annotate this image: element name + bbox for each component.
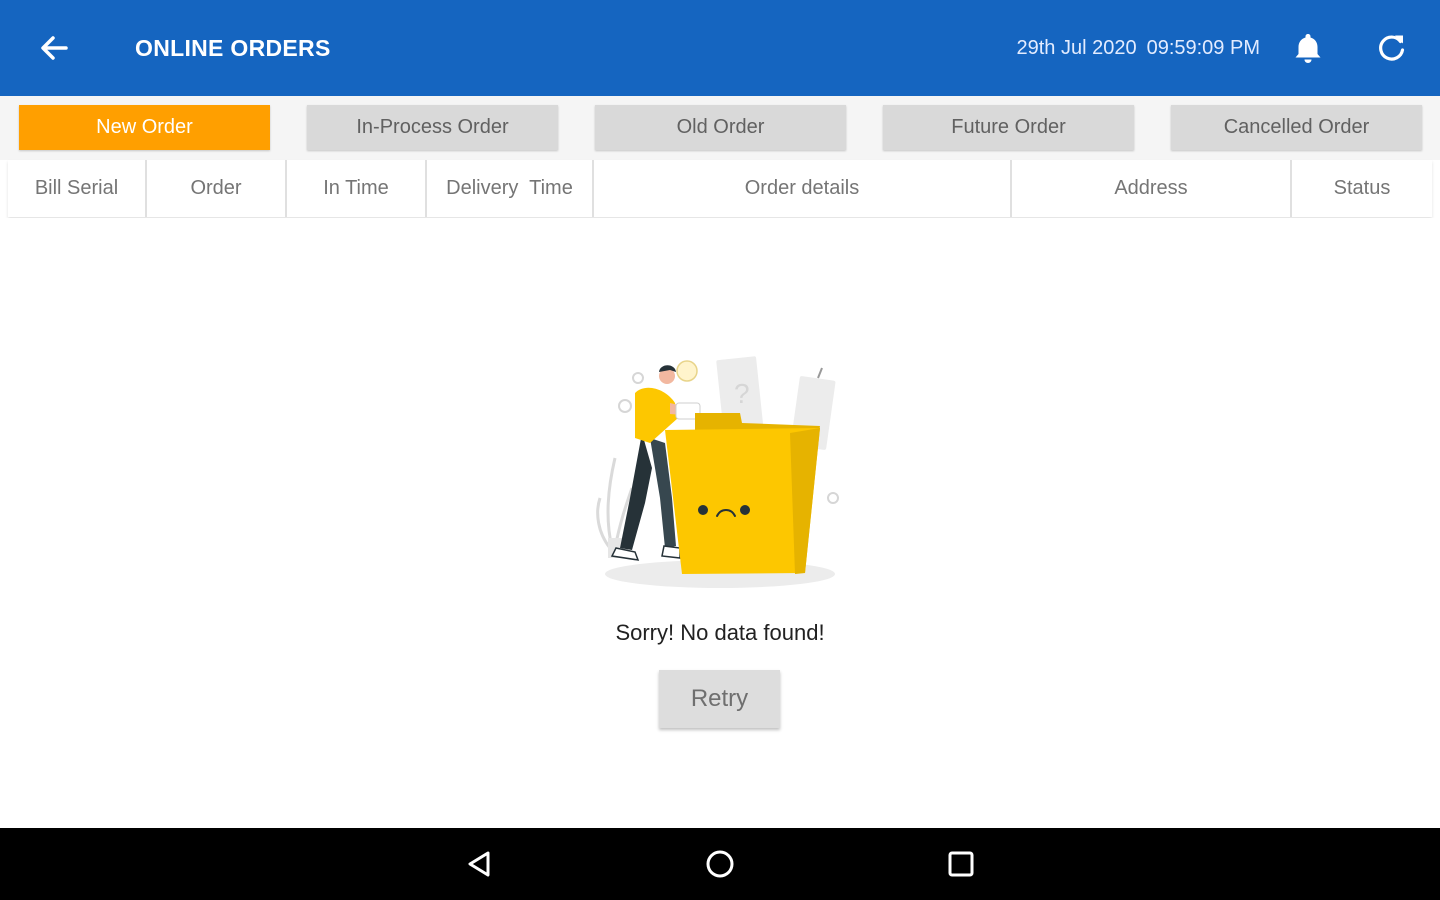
app-bar: ONLINE ORDERS 29th Jul 2020 09:59:09 PM (0, 0, 1440, 96)
column-header-address: Address (1012, 160, 1292, 217)
orders-list-area: ? Sorry! No data found! Retry (0, 218, 1440, 828)
column-header-status: Status (1333, 177, 1391, 199)
column-header-in-time: In Time (287, 160, 427, 217)
system-back-button[interactable] (461, 846, 497, 882)
column-header-delivery-time: Delivery Time (427, 160, 594, 217)
system-navigation-bar (0, 828, 1440, 900)
notifications-button[interactable] (1290, 30, 1326, 66)
refresh-icon (1379, 35, 1405, 61)
column-header-order: Order (147, 160, 287, 217)
retry-button[interactable]: Retry (659, 670, 780, 728)
square-recents-icon (948, 851, 974, 877)
tab-old-order[interactable]: Old Order (595, 105, 846, 150)
datetime-display: 29th Jul 2020 09:59:09 PM (1016, 37, 1260, 60)
system-home-button[interactable] (702, 846, 738, 882)
bell-icon (1295, 34, 1321, 63)
svg-text:?: ? (734, 378, 750, 409)
circle-home-icon (706, 850, 734, 878)
tab-in-process-order[interactable]: In-Process Order (307, 105, 558, 150)
page-title: ONLINE ORDERS (135, 35, 331, 61)
tab-cancelled-order[interactable]: Cancelled Order (1171, 105, 1422, 150)
column-header-bill-serial: Bill Serial (8, 160, 147, 217)
refresh-button[interactable] (1374, 30, 1410, 66)
triangle-back-icon (468, 851, 490, 877)
empty-state-message: Sorry! No data found! (615, 620, 825, 645)
arrow-left-icon (41, 36, 68, 60)
time-text: 09:59:09 PM (1146, 37, 1260, 59)
order-tabs: New Order In-Process Order Old Order Fut… (0, 96, 1440, 160)
system-recents-button[interactable] (943, 846, 979, 882)
orders-table-header: Bill Serial Order In Time Delivery Time … (8, 160, 1432, 217)
tab-future-order[interactable]: Future Order (883, 105, 1134, 150)
back-button[interactable] (34, 28, 74, 68)
column-header-order-details: Order details (594, 160, 1012, 217)
tab-new-order[interactable]: New Order (19, 105, 270, 150)
empty-folder-illustration: ? (590, 348, 850, 598)
date-text: 29th Jul 2020 (1016, 37, 1137, 59)
